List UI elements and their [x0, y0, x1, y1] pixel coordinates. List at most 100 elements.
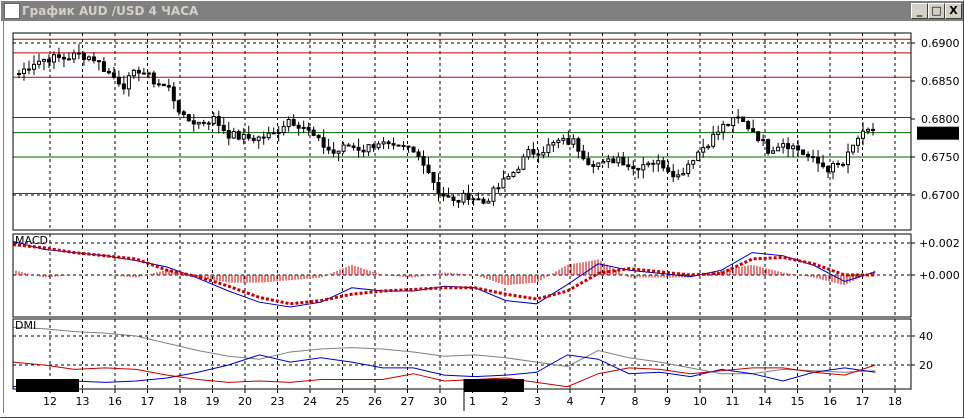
candle: [191, 114, 196, 132]
candle: [741, 116, 746, 123]
candle: [86, 55, 91, 62]
candle: [526, 145, 531, 160]
chart-window: График AUD /USD 4 ЧАСА _ □ X 0.6900 0.685…: [0, 0, 964, 418]
candle-body: [771, 150, 776, 154]
candle-body: [336, 150, 341, 154]
candle: [661, 156, 666, 172]
candle-body: [451, 196, 456, 201]
candle-body: [601, 161, 606, 164]
candle: [226, 121, 231, 146]
candle: [786, 137, 791, 158]
candle-body: [156, 83, 161, 86]
candle: [71, 49, 76, 64]
candle-body: [416, 151, 421, 158]
candle: [531, 142, 536, 159]
candle-body: [376, 143, 381, 149]
candle-body: [351, 145, 356, 148]
candle: [581, 144, 586, 161]
candle: [366, 144, 371, 157]
maximize-button[interactable]: □: [928, 3, 945, 19]
time-label: 11: [726, 395, 740, 408]
candle-body: [536, 153, 541, 156]
candle-body: [41, 58, 46, 62]
time-label: 8: [632, 395, 639, 408]
candle-body: [586, 158, 591, 166]
candle-body: [801, 149, 806, 155]
candle: [866, 127, 871, 135]
candle-body: [746, 121, 751, 130]
candle: [201, 119, 206, 127]
candle: [696, 149, 701, 162]
candle: [701, 138, 706, 158]
candle-body: [546, 144, 551, 154]
candle: [851, 144, 856, 155]
candle-body: [121, 83, 126, 90]
candle: [636, 167, 641, 179]
candle: [726, 123, 731, 127]
candle-body: [366, 144, 371, 153]
candle: [276, 125, 281, 142]
time-label: 2: [502, 395, 509, 408]
candle-body: [441, 193, 446, 197]
candle-body: [136, 69, 141, 74]
candle-body: [296, 124, 301, 129]
chart-canvas[interactable]: 0.6900 0.6850 0.6800 0.6750 0.6700 0.6782 +0.0…: [4, 21, 960, 413]
candle-body: [331, 149, 336, 154]
candle: [266, 126, 271, 141]
candle-body: [446, 195, 451, 198]
candle-body: [91, 56, 96, 62]
candle-body: [806, 153, 811, 158]
time-label: 17: [856, 395, 870, 408]
candle: [671, 164, 676, 182]
candle-body: [696, 151, 701, 162]
candle: [556, 138, 561, 149]
price-label: 0.6750: [921, 151, 959, 164]
candle: [376, 141, 381, 150]
price-label: 0.6850: [921, 75, 959, 88]
candle: [541, 146, 546, 159]
candle: [501, 170, 506, 189]
macd-label: MACD: [15, 234, 48, 247]
candle: [576, 136, 581, 159]
candle-body: [306, 126, 311, 131]
candle-body: [781, 143, 786, 148]
candle: [546, 138, 551, 157]
candle: [491, 185, 496, 206]
candle-body: [166, 85, 171, 88]
dmi-label: DMI: [15, 319, 36, 332]
candle-body: [741, 116, 746, 123]
candle: [466, 184, 471, 205]
candle-body: [406, 145, 411, 148]
candle: [181, 109, 186, 119]
candle-body: [221, 124, 226, 132]
candle: [631, 160, 636, 176]
candle-body: [81, 52, 86, 61]
candle-body: [216, 116, 221, 126]
time-label: 15: [791, 395, 805, 408]
candle-body: [611, 158, 616, 164]
candle-body: [26, 68, 31, 71]
candle-body: [191, 120, 196, 125]
candle: [316, 134, 321, 142]
time-label: 18: [173, 395, 187, 408]
time-label: 1: [469, 395, 476, 408]
candle-body: [756, 131, 761, 142]
candle-body: [691, 160, 696, 165]
candle-body: [231, 131, 236, 139]
candle: [836, 160, 841, 168]
chart-area[interactable]: 0.6900 0.6850 0.6800 0.6750 0.6700 0.6782 +0.0…: [3, 21, 960, 413]
candle-body: [141, 72, 146, 75]
candle: [651, 159, 656, 173]
close-button[interactable]: X: [945, 3, 962, 19]
candle-body: [17, 72, 21, 75]
minimize-button[interactable]: _: [911, 3, 928, 19]
candle-body: [871, 128, 875, 131]
title-bar[interactable]: График AUD /USD 4 ЧАСА _ □ X: [1, 1, 963, 21]
candle-body: [646, 162, 651, 166]
candle-body: [196, 121, 201, 125]
time-label: 25: [336, 395, 350, 408]
candle-body: [551, 142, 556, 146]
dmi-axis-label: 20: [919, 359, 933, 372]
candle: [496, 182, 501, 193]
candle-body: [621, 156, 626, 166]
